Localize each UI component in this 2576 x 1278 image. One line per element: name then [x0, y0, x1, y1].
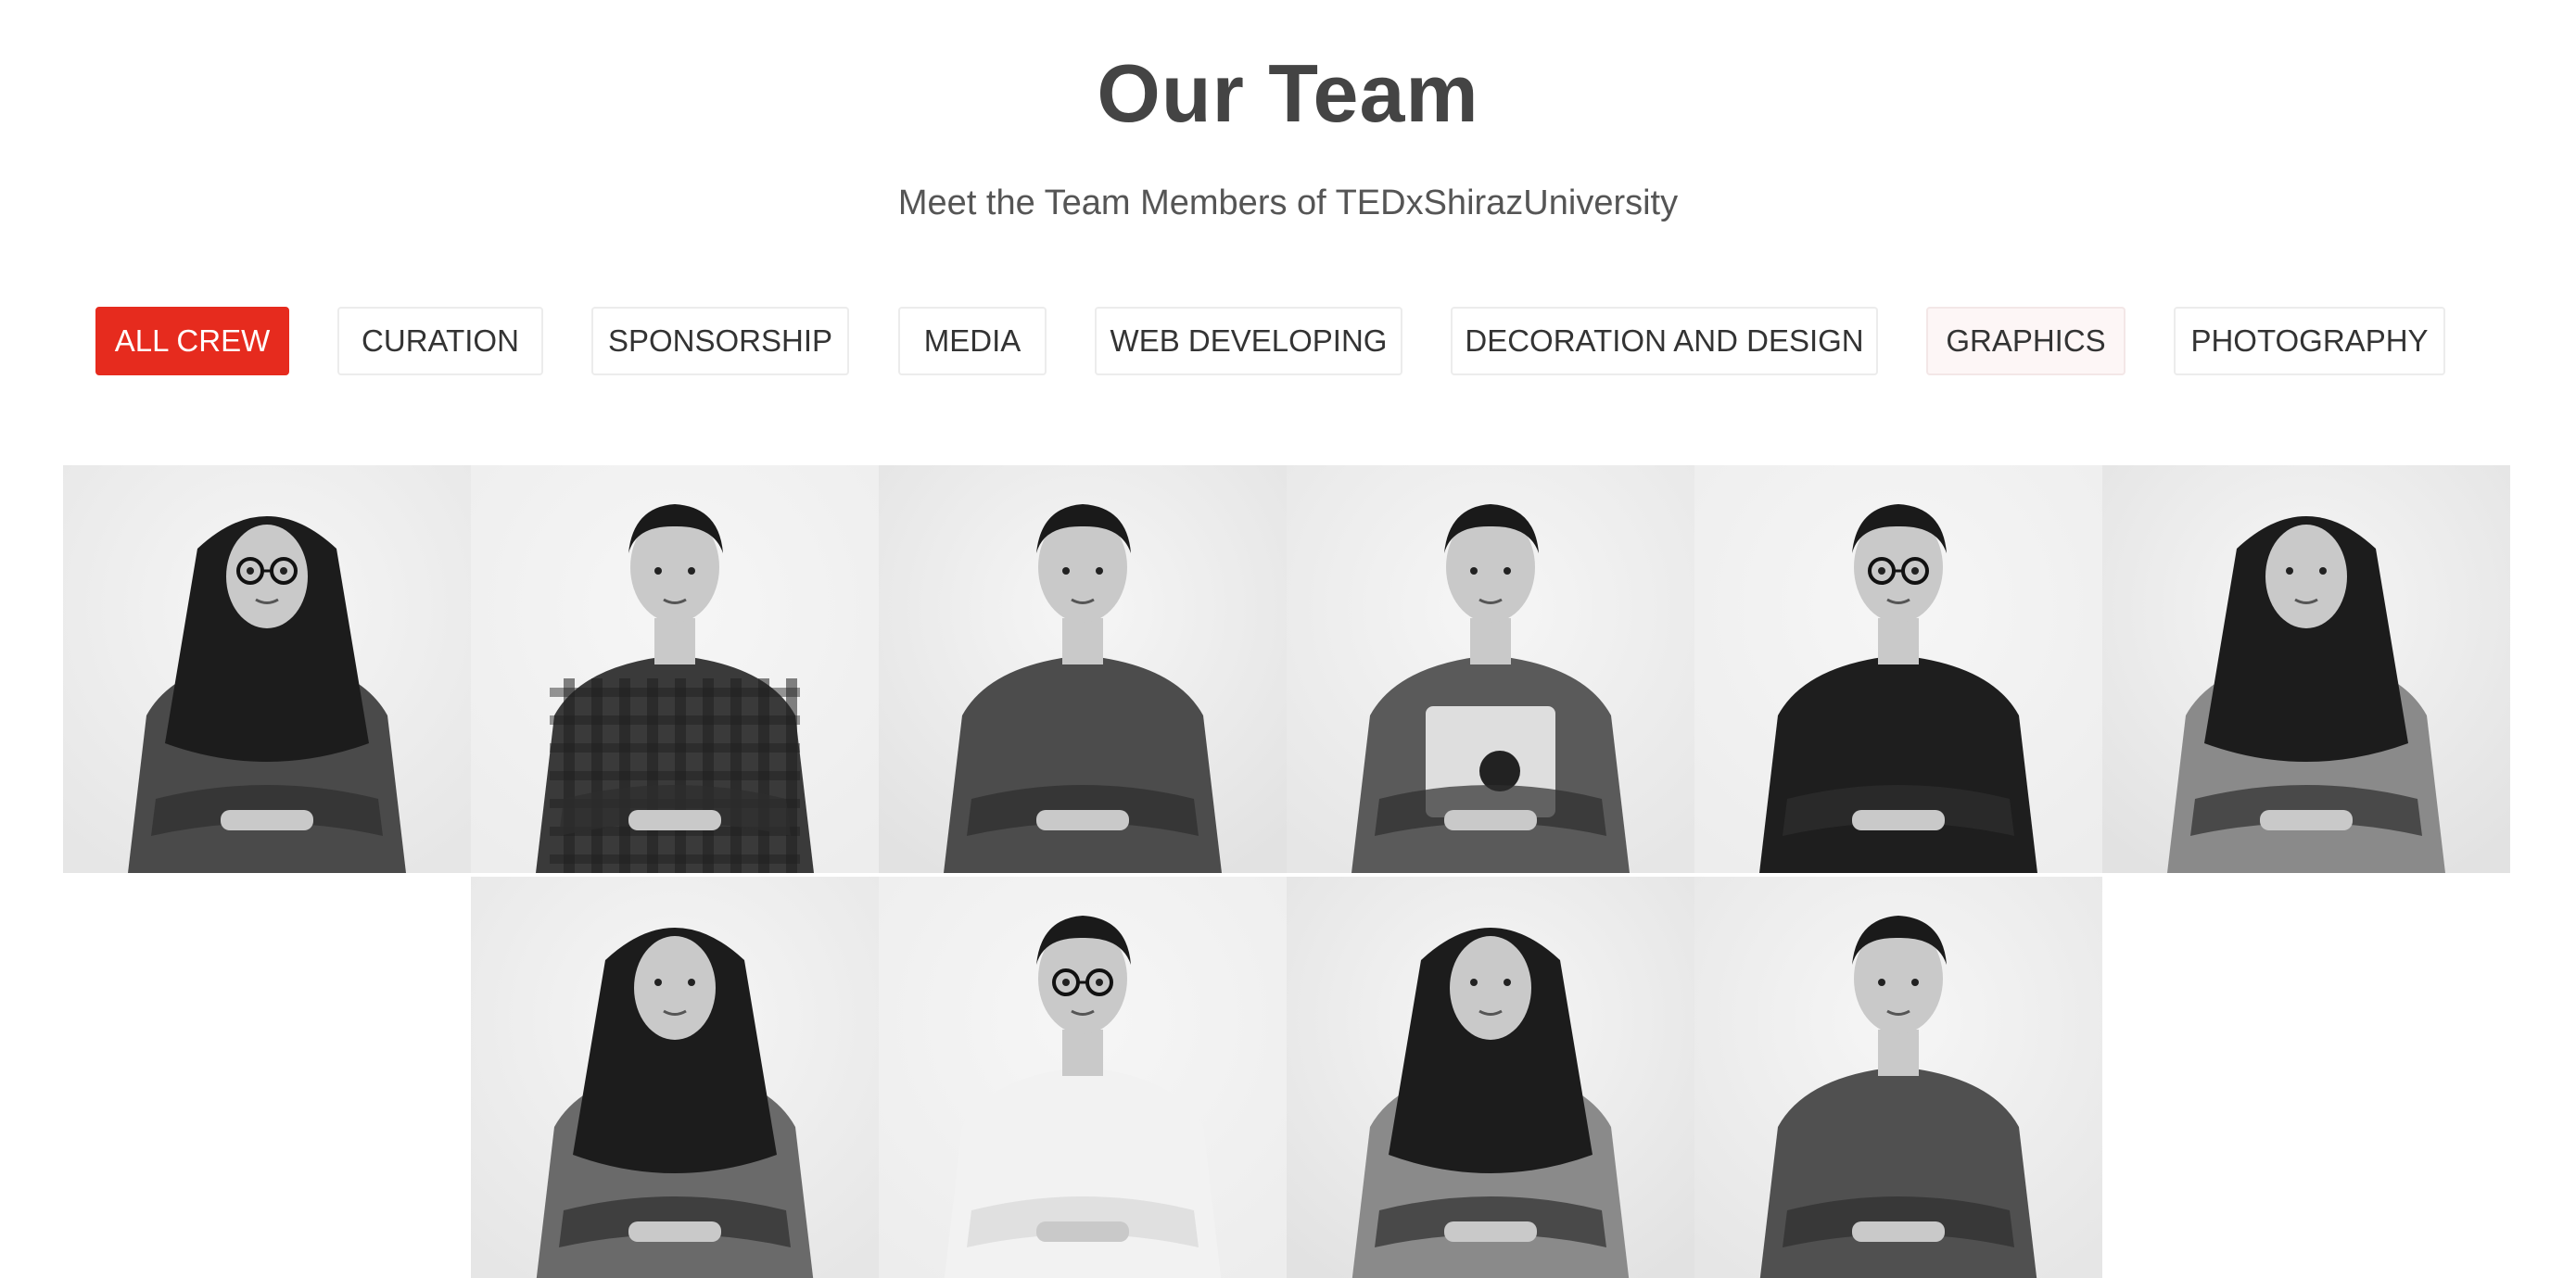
- team-member-photo[interactable]: [1694, 877, 2102, 1278]
- filter-all-crew[interactable]: ALL CREW: [95, 307, 289, 375]
- filter-decoration-and-design[interactable]: DECORATION AND DESIGN: [1451, 307, 1878, 375]
- filter-media[interactable]: MEDIA: [898, 307, 1047, 375]
- filter-curation[interactable]: CURATION: [337, 307, 543, 375]
- team-member-photo[interactable]: [63, 465, 471, 873]
- team-member-photo[interactable]: [1287, 877, 1694, 1278]
- team-member-photo[interactable]: [1287, 465, 1694, 873]
- filter-web-developing[interactable]: WEB DEVELOPING: [1095, 307, 1402, 375]
- team-member-photo[interactable]: [2102, 465, 2510, 873]
- team-member-photo[interactable]: [471, 877, 879, 1278]
- filter-graphics[interactable]: GRAPHICS: [1926, 307, 2126, 375]
- team-member-photo[interactable]: [1694, 465, 2102, 873]
- page-subtitle: Meet the Team Members of TEDxShirazUnive…: [897, 183, 1679, 222]
- team-photo-grid: [63, 465, 2510, 1278]
- filter-sponsorship[interactable]: SPONSORSHIP: [591, 307, 849, 375]
- page-title: Our Team: [1097, 47, 1479, 139]
- filter-photography[interactable]: PHOTOGRAPHY: [2174, 307, 2445, 375]
- team-member-photo[interactable]: [879, 465, 1287, 873]
- team-member-photo[interactable]: [471, 465, 879, 873]
- team-page: Our Team Meet the Team Members of TEDxSh…: [0, 0, 2576, 1278]
- team-member-photo[interactable]: [879, 877, 1287, 1278]
